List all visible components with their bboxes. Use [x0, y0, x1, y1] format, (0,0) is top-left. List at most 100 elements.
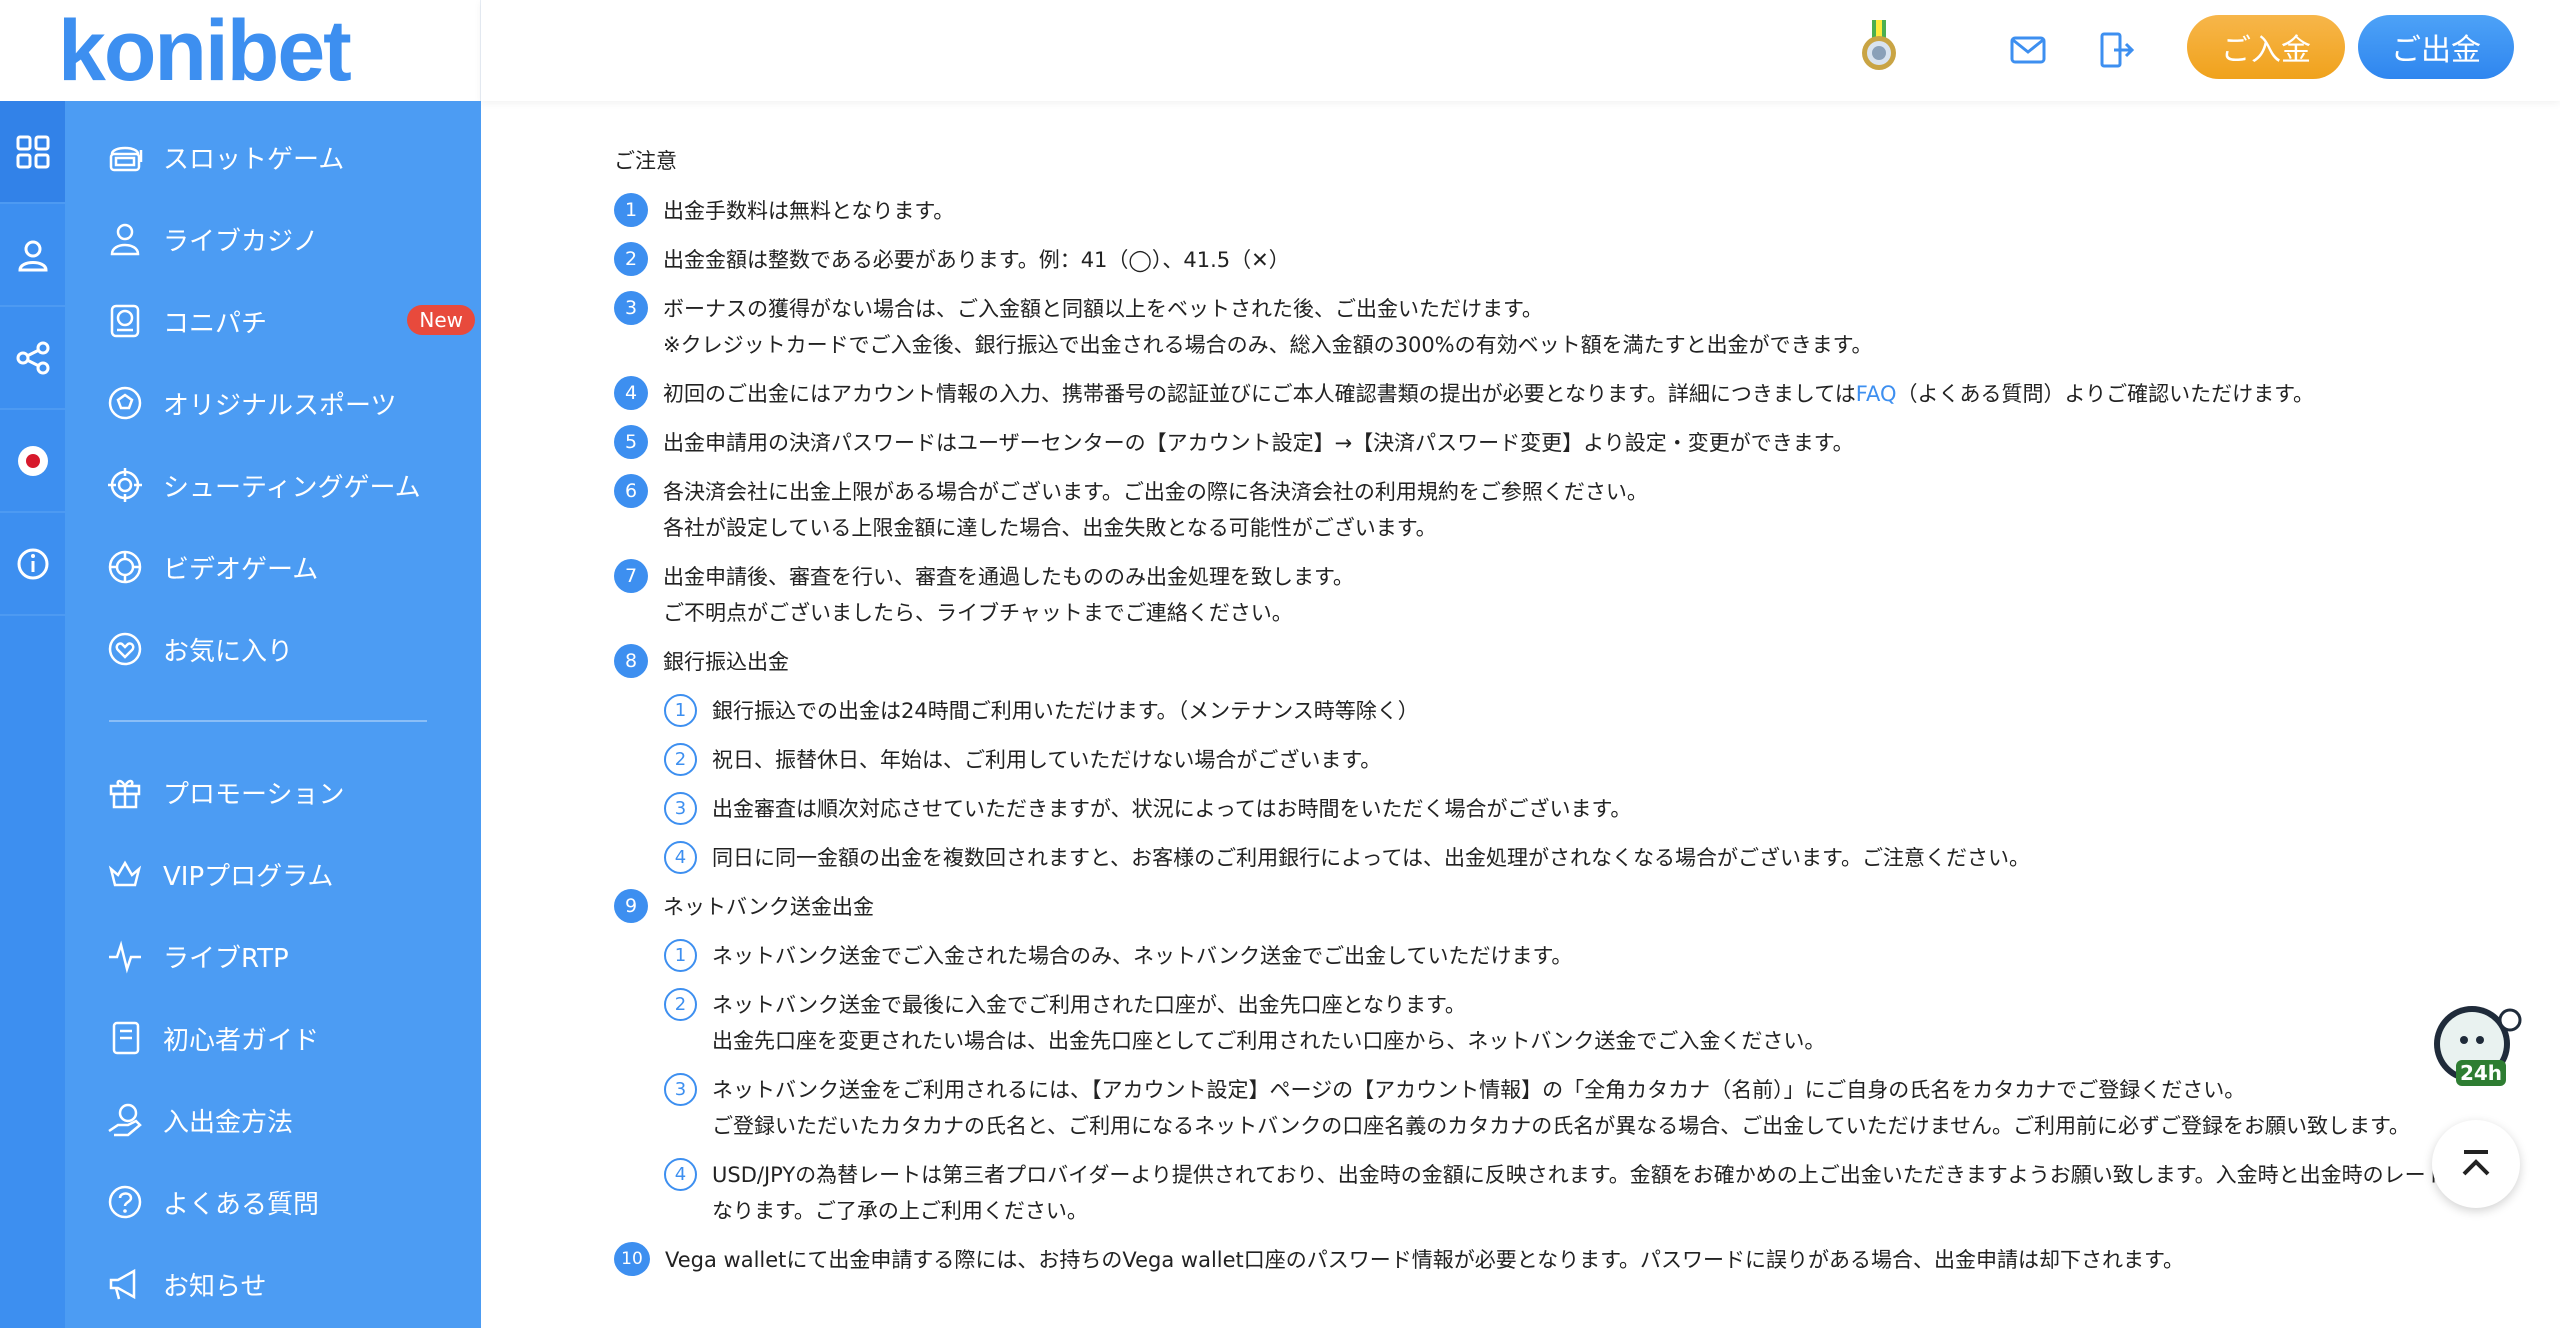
sub-text: 銀行振込での出金は24時間ご利用いただけます。（メンテナンス時等除く） — [712, 699, 1419, 723]
sub-text: 祝日、振替休日、年始は、ご利用していただけない場合がございます。 — [712, 748, 1382, 772]
sub-number: 1 — [664, 694, 697, 727]
sidebar-item-live-casino[interactable]: ライブカジノ — [105, 209, 475, 269]
gift-icon — [109, 779, 141, 809]
heart-icon — [108, 632, 142, 666]
rail-account[interactable] — [0, 204, 65, 307]
sidebar-item-news[interactable]: お知らせ — [105, 1254, 475, 1314]
sub-text: ネットバンク送金で最後に入金でご利用された口座が、出金先口座となります。 — [712, 993, 1466, 1017]
withdraw-notice: ご注意 1 出金手数料は無料となります。 2 出金金額は整数である必要があります… — [614, 145, 2494, 1291]
item-number: 7 — [614, 559, 648, 593]
sidebar-menu: スロットゲーム ライブカジノ コニパチ New オリジナルスポーツ シューティン… — [65, 101, 481, 1328]
sidebar-item-vip[interactable]: VIPプログラム — [105, 844, 475, 904]
item-text: ボーナスの獲得がない場合は、ご入金額と同額以上をベットされた後、ご出金いただけま… — [663, 297, 1543, 321]
info-icon — [17, 548, 48, 579]
faq-link[interactable]: FAQ — [1856, 382, 1897, 406]
item-text: 銀行振込出金 — [663, 650, 789, 674]
sidebar-item-promotion[interactable]: プロモーション — [105, 762, 475, 822]
sidebar-divider — [109, 720, 427, 722]
sidebar-item-label: 初心者ガイド — [163, 1025, 320, 1056]
item-number: 4 — [614, 376, 648, 410]
share-icon — [16, 341, 49, 374]
pulse-icon — [109, 940, 141, 974]
sidebar-item-original-sports[interactable]: オリジナルスポーツ — [105, 373, 475, 433]
item-text: 出金申請用の決済パスワードはユーザーセンターの【アカウント設定】→【決済パスワー… — [663, 431, 1854, 455]
item-number: 3 — [614, 291, 648, 325]
support-24h-label: 24h — [2460, 1061, 2502, 1085]
sub-number: 1 — [664, 939, 697, 972]
item-number: 1 — [614, 193, 648, 227]
rail-info[interactable] — [0, 513, 65, 616]
chevron-up-icon — [2462, 1150, 2490, 1176]
item-number: 5 — [614, 425, 648, 459]
sub-number: 2 — [664, 743, 697, 776]
notice-item: 3 ボーナスの獲得がない場合は、ご入金額と同額以上をベットされた後、ご出金いただ… — [614, 291, 2494, 363]
sidebar-item-favorites[interactable]: お気に入り — [105, 619, 475, 679]
item-text: 各社が設定している上限金額に達した場合、出金失敗となる可能性がございます。 — [663, 516, 1437, 540]
notice-item: 2 出金金額は整数である必要があります。例：41（◯）、41.5（✕） — [614, 242, 2494, 278]
notice-item: 8 銀行振込出金 — [614, 644, 2494, 680]
item-number: 2 — [614, 242, 648, 276]
support-mascot-icon: 24h — [2434, 1006, 2522, 1086]
sub-item: 2 ネットバンク送金で最後に入金でご利用された口座が、出金先口座となります。 出… — [664, 987, 2494, 1059]
scroll-to-top-button[interactable] — [2432, 1120, 2520, 1208]
medal-icon[interactable] — [1860, 20, 1898, 72]
sidebar-item-shooting[interactable]: シューティングゲーム — [105, 455, 475, 515]
sub-text: 同日に同一金額の出金を複数回されますと、お客様のご利用銀行によっては、出金処理が… — [712, 846, 2030, 870]
deposit-button[interactable]: ご入金 — [2187, 15, 2345, 79]
sub-text: 出金先口座を変更されたい場合は、出金先口座としてご利用されたい口座から、ネットバ… — [712, 1029, 1826, 1053]
notice-item: 4 初回のご出金にはアカウント情報の入力、携帯番号の認証並びにご本人確認書類の提… — [614, 376, 2494, 412]
sub-item: 2 祝日、振替休日、年始は、ご利用していただけない場合がございます。 — [664, 742, 2494, 778]
guide-book-icon — [112, 1021, 140, 1055]
sub-text: ネットバンク送金でご入金された場合のみ、ネットバンク送金でご出金していただけます… — [712, 944, 1573, 968]
sidebar-item-faq[interactable]: よくある質問 — [105, 1172, 475, 1232]
japan-flag-icon — [17, 445, 48, 476]
item-text: 初回のご出金にはアカウント情報の入力、携帯番号の認証並びにご本人確認書類の提出が… — [663, 382, 1856, 406]
sub-item: 4 同日に同一金額の出金を複数回されますと、お客様のご利用銀行によっては、出金処… — [664, 840, 2494, 876]
sidebar-item-live-rtp[interactable]: ライブRTP — [105, 926, 475, 986]
coin-hand-icon — [108, 1103, 142, 1137]
sidebar-item-label: お知らせ — [163, 1271, 267, 1302]
icon-rail — [0, 101, 65, 1328]
sub-number: 3 — [664, 1073, 697, 1106]
sidebar-item-video-game[interactable]: ビデオゲーム — [105, 537, 475, 597]
sub-item: 1 銀行振込での出金は24時間ご利用いただけます。（メンテナンス時等除く） — [664, 693, 2494, 729]
pachinko-icon — [110, 304, 140, 338]
sidebar-item-label: 入出金方法 — [163, 1107, 294, 1138]
item-number: 10 — [614, 1242, 650, 1276]
sidebar-item-label: プロモーション — [163, 779, 345, 810]
vip-crown-icon — [108, 860, 142, 887]
item-text: 出金申請後、審査を行い、審査を通過したもののみ出金処理を致します。 — [663, 565, 1354, 589]
sub-text: ご登録いただいたカタカナの氏名と、ご利用になるネットバンクの口座名義のカタカナの… — [712, 1114, 2410, 1138]
rail-games[interactable] — [0, 101, 65, 204]
notice-item: 9 ネットバンク送金出金 — [614, 889, 2494, 925]
withdraw-button[interactable]: ご出金 — [2358, 15, 2514, 79]
item-text: （よくある質問）よりご確認いただけます。 — [1896, 382, 2314, 406]
sub-item: 1 ネットバンク送金でご入金された場合のみ、ネットバンク送金でご出金していただけ… — [664, 938, 2494, 974]
notice-item: 6 各決済会社に出金上限がある場合がございます。ご出金の際に各決済会社の利用規約… — [614, 474, 2494, 546]
item-number: 6 — [614, 474, 648, 508]
notice-item: 7 出金申請後、審査を行い、審査を通過したもののみ出金処理を致します。 ご不明点… — [614, 559, 2494, 631]
sidebar-item-label: お気に入り — [163, 636, 294, 667]
item-text: ネットバンク送金出金 — [663, 895, 875, 919]
site-logo[interactable]: konibet — [58, 8, 352, 94]
sub-number: 4 — [664, 841, 697, 874]
sidebar-item-label: VIPプログラム — [163, 861, 334, 892]
sidebar-item-slot[interactable]: スロットゲーム — [105, 127, 475, 187]
mail-icon[interactable] — [2006, 28, 2050, 72]
chip-icon — [108, 550, 142, 584]
sidebar-item-label: ライブRTP — [163, 943, 289, 974]
rail-language[interactable] — [0, 410, 65, 513]
sub-text: 出金審査は順次対応させていただきますが、状況によってはお時間をいただく場合がござ… — [712, 797, 1632, 821]
sidebar-item-label: ビデオゲーム — [163, 554, 319, 585]
sidebar-item-beginner-guide[interactable]: 初心者ガイド — [105, 1008, 475, 1068]
sidebar-item-payment-methods[interactable]: 入出金方法 — [105, 1090, 475, 1150]
item-number: 8 — [614, 644, 648, 678]
target-icon — [108, 468, 142, 502]
item-text: ご不明点がございましたら、ライブチャットまでご連絡ください。 — [663, 601, 1293, 625]
live-support-widget[interactable]: 24h — [2428, 1000, 2524, 1096]
sidebar-item-konipachi[interactable]: コニパチ New — [105, 291, 475, 351]
rail-share[interactable] — [0, 307, 65, 410]
sidebar-item-label: スロットゲーム — [163, 144, 345, 175]
grid-icon — [16, 135, 49, 168]
logout-icon[interactable] — [2094, 28, 2138, 72]
